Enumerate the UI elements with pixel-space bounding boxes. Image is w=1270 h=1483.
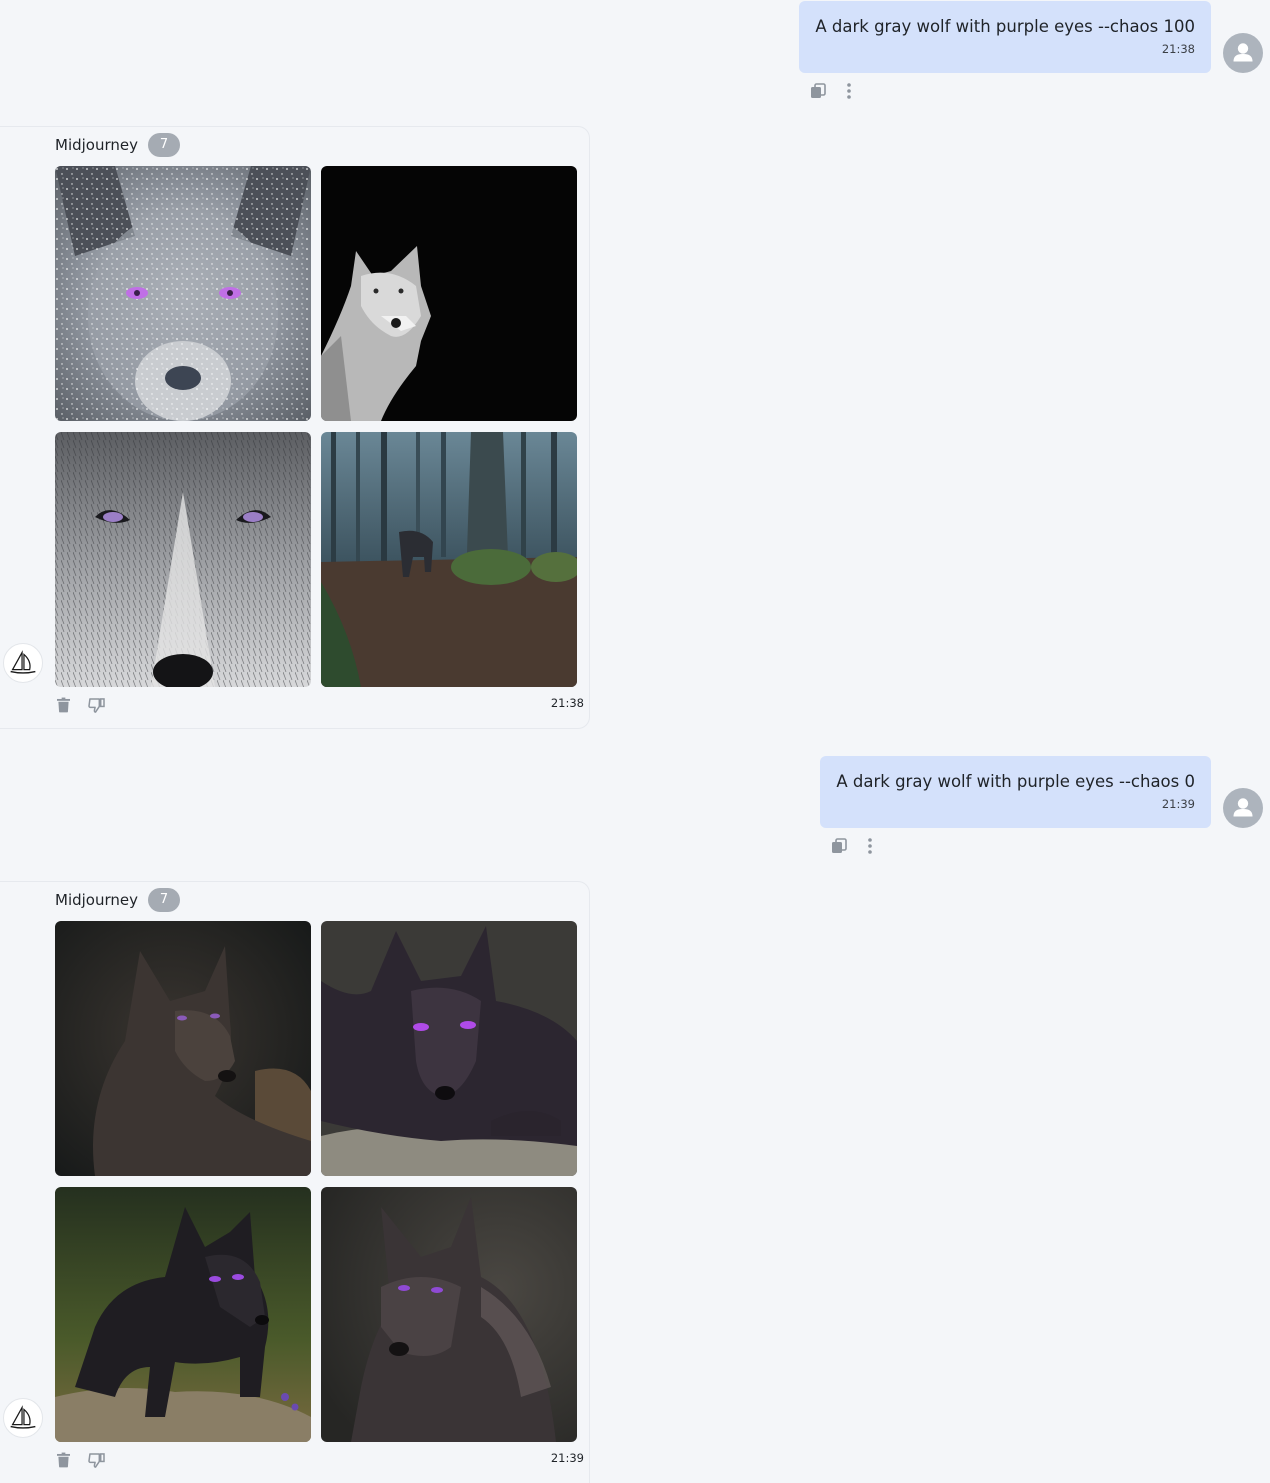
- wolf-closeup-gray-image: [55, 432, 311, 687]
- message-time: 21:38: [1161, 42, 1195, 56]
- bot-message: Midjourney 7: [0, 126, 590, 729]
- version-badge: 7: [148, 133, 180, 157]
- sailboat-icon: [10, 650, 36, 674]
- bot-header: Midjourney 7: [55, 133, 180, 157]
- image-grid: [55, 166, 577, 687]
- image-tile[interactable]: [321, 921, 577, 1176]
- image-grid: [55, 921, 577, 1442]
- image-tile[interactable]: [55, 166, 311, 421]
- thumbs-down-icon[interactable]: [88, 697, 105, 713]
- user-avatar[interactable]: [1223, 788, 1263, 828]
- user-bubble: A dark gray wolf with purple eyes --chao…: [820, 756, 1211, 828]
- prompt-text: A dark gray wolf with purple eyes --chao…: [836, 772, 1195, 791]
- delete-icon[interactable]: [57, 697, 70, 713]
- black-wolf-rock-image: [321, 921, 577, 1176]
- dark-wolf-lying-image: [55, 921, 311, 1176]
- copy-icon[interactable]: [831, 838, 847, 854]
- user-message: A dark gray wolf with purple eyes --chao…: [0, 756, 1270, 866]
- image-tile[interactable]: [55, 432, 311, 687]
- bot-actions: [57, 697, 105, 713]
- message-actions: [810, 82, 852, 100]
- message-actions: [831, 837, 873, 855]
- more-options-icon[interactable]: [867, 837, 873, 855]
- image-tile[interactable]: [321, 432, 577, 687]
- bot-name: Midjourney: [55, 891, 138, 909]
- message-time: 21:39: [550, 1451, 584, 1465]
- copy-icon[interactable]: [810, 83, 826, 99]
- dark-wolf-portrait-image: [321, 1187, 577, 1442]
- image-tile[interactable]: [321, 166, 577, 421]
- user-message: A dark gray wolf with purple eyes --chao…: [0, 1, 1270, 111]
- thumbs-down-icon[interactable]: [88, 1452, 105, 1468]
- image-tile[interactable]: [55, 1187, 311, 1442]
- user-icon: [1233, 798, 1253, 817]
- more-options-icon[interactable]: [846, 82, 852, 100]
- user-icon: [1233, 43, 1253, 62]
- white-wolf-black-bg-image: [321, 166, 577, 421]
- sailboat-icon: [10, 1405, 36, 1429]
- midjourney-avatar[interactable]: [3, 643, 43, 683]
- image-tile[interactable]: [55, 921, 311, 1176]
- version-badge: 7: [148, 888, 180, 912]
- prompt-text: A dark gray wolf with purple eyes --chao…: [815, 17, 1195, 36]
- bot-message: Midjourney 7: [0, 881, 590, 1483]
- dark-wolf-grass-image: [55, 1187, 311, 1442]
- message-time: 21:39: [1161, 797, 1195, 811]
- midjourney-avatar[interactable]: [3, 1398, 43, 1438]
- user-avatar[interactable]: [1223, 33, 1263, 73]
- bot-header: Midjourney 7: [55, 888, 180, 912]
- delete-icon[interactable]: [57, 1452, 70, 1468]
- wolf-in-forest-image: [321, 432, 577, 687]
- message-time: 21:38: [550, 696, 584, 710]
- user-bubble: A dark gray wolf with purple eyes --chao…: [799, 1, 1211, 73]
- bot-name: Midjourney: [55, 136, 138, 154]
- bot-actions: [57, 1452, 105, 1468]
- wolf-face-snow-image: [55, 166, 311, 421]
- image-tile[interactable]: [321, 1187, 577, 1442]
